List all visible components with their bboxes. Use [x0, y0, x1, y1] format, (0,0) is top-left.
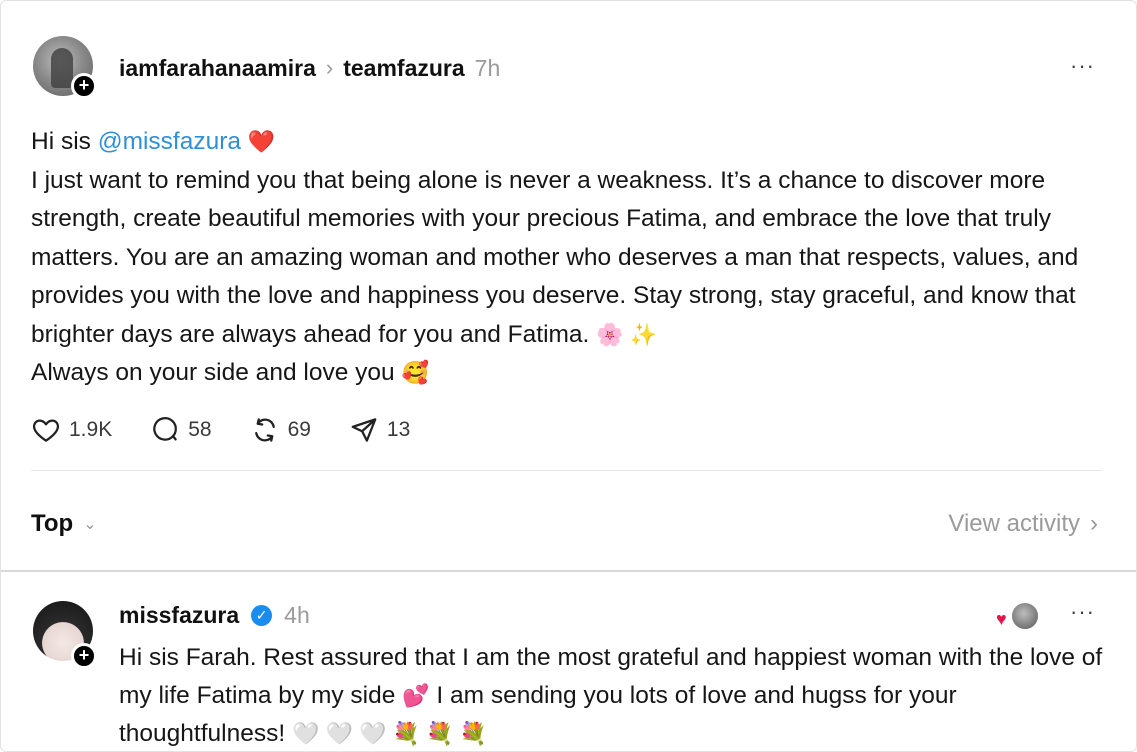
closing-text: Always on your side and love you — [31, 359, 395, 386]
hearts-bouquets-emoji: 🤍 🤍 🤍 💐 💐 💐 — [292, 721, 487, 746]
repost-count: 69 — [287, 418, 311, 441]
share-button[interactable]: 13 — [349, 415, 410, 445]
view-activity-link[interactable]: View activity › — [948, 510, 1098, 538]
heart-icon: ♥ — [996, 609, 1007, 629]
flower-sparkle-emoji: 🌸 ✨ — [596, 321, 658, 347]
chevron-down-icon: ⌄ — [83, 516, 97, 533]
sort-label: Top — [31, 510, 74, 537]
author-username[interactable]: iamfarahanaamira — [119, 55, 316, 82]
greeting-line: Hi sis @missfazura ❤️ — [31, 123, 1111, 162]
comment-count: 58 — [188, 418, 212, 441]
repost-icon — [254, 418, 275, 442]
two-hearts-emoji: 💕 — [402, 683, 430, 708]
mention-link[interactable]: @missfazura — [98, 128, 241, 155]
chevron-right-icon: › — [1090, 510, 1098, 537]
share-count: 13 — [386, 418, 411, 441]
post-header: iamfarahanaamira › teamfazura 7h — [119, 51, 500, 85]
comment-icon — [153, 417, 178, 441]
repost-button[interactable]: 69 — [250, 415, 311, 445]
view-activity-label: View activity — [948, 510, 1080, 537]
liker-avatar — [1010, 601, 1040, 631]
divider — [31, 470, 1102, 471]
verified-icon: ✓ — [251, 604, 273, 626]
reply-author-username[interactable]: missfazura — [119, 602, 239, 629]
heart-icon — [33, 419, 59, 442]
plus-icon[interactable]: + — [71, 643, 97, 669]
reply-paragraph: Hi sis Farah. Rest assured that I am the… — [119, 639, 1119, 751]
more-icon[interactable]: ··· — [1070, 53, 1095, 79]
avatar-figure — [51, 48, 73, 88]
post-time: 7h — [474, 54, 501, 81]
reply-header: missfazura ✓ 4h — [119, 598, 310, 632]
like-button[interactable]: 1.9K — [31, 415, 112, 445]
reply-body: Hi sis Farah. Rest assured that I am the… — [119, 639, 1119, 751]
post-paragraph: I just want to remind you that being alo… — [31, 162, 1111, 355]
thread-frame: + iamfarahanaamira › teamfazura 7h ··· H… — [0, 0, 1137, 752]
greeting-prefix: Hi sis — [31, 128, 98, 155]
comment-button[interactable]: 58 — [150, 415, 212, 445]
like-count: 1.9K — [69, 418, 113, 441]
more-icon[interactable]: ··· — [1070, 599, 1095, 625]
plus-icon[interactable]: + — [71, 73, 97, 99]
post-text: I just want to remind you that being alo… — [31, 166, 1079, 348]
reply-to-username[interactable]: teamfazura — [343, 55, 464, 82]
author-liked-indicator: ♥ — [996, 601, 1040, 631]
reply-time: 4h — [284, 601, 310, 628]
share-icon — [351, 418, 377, 442]
closing-line: Always on your side and love you 🥰 — [31, 354, 1111, 393]
chevron-right-icon: › — [325, 55, 334, 80]
smiling-hearts-emoji: 🥰 — [401, 360, 429, 385]
sort-dropdown[interactable]: Top ⌄ — [31, 510, 97, 538]
heart-emoji: ❤️ — [247, 129, 276, 154]
sort-row: Top ⌄ View activity › — [31, 504, 1098, 544]
post-body: Hi sis @missfazura ❤️ I just want to rem… — [31, 123, 1111, 393]
post-actions: 1.9K 58 69 13 — [31, 415, 448, 445]
section-separator — [1, 570, 1136, 572]
